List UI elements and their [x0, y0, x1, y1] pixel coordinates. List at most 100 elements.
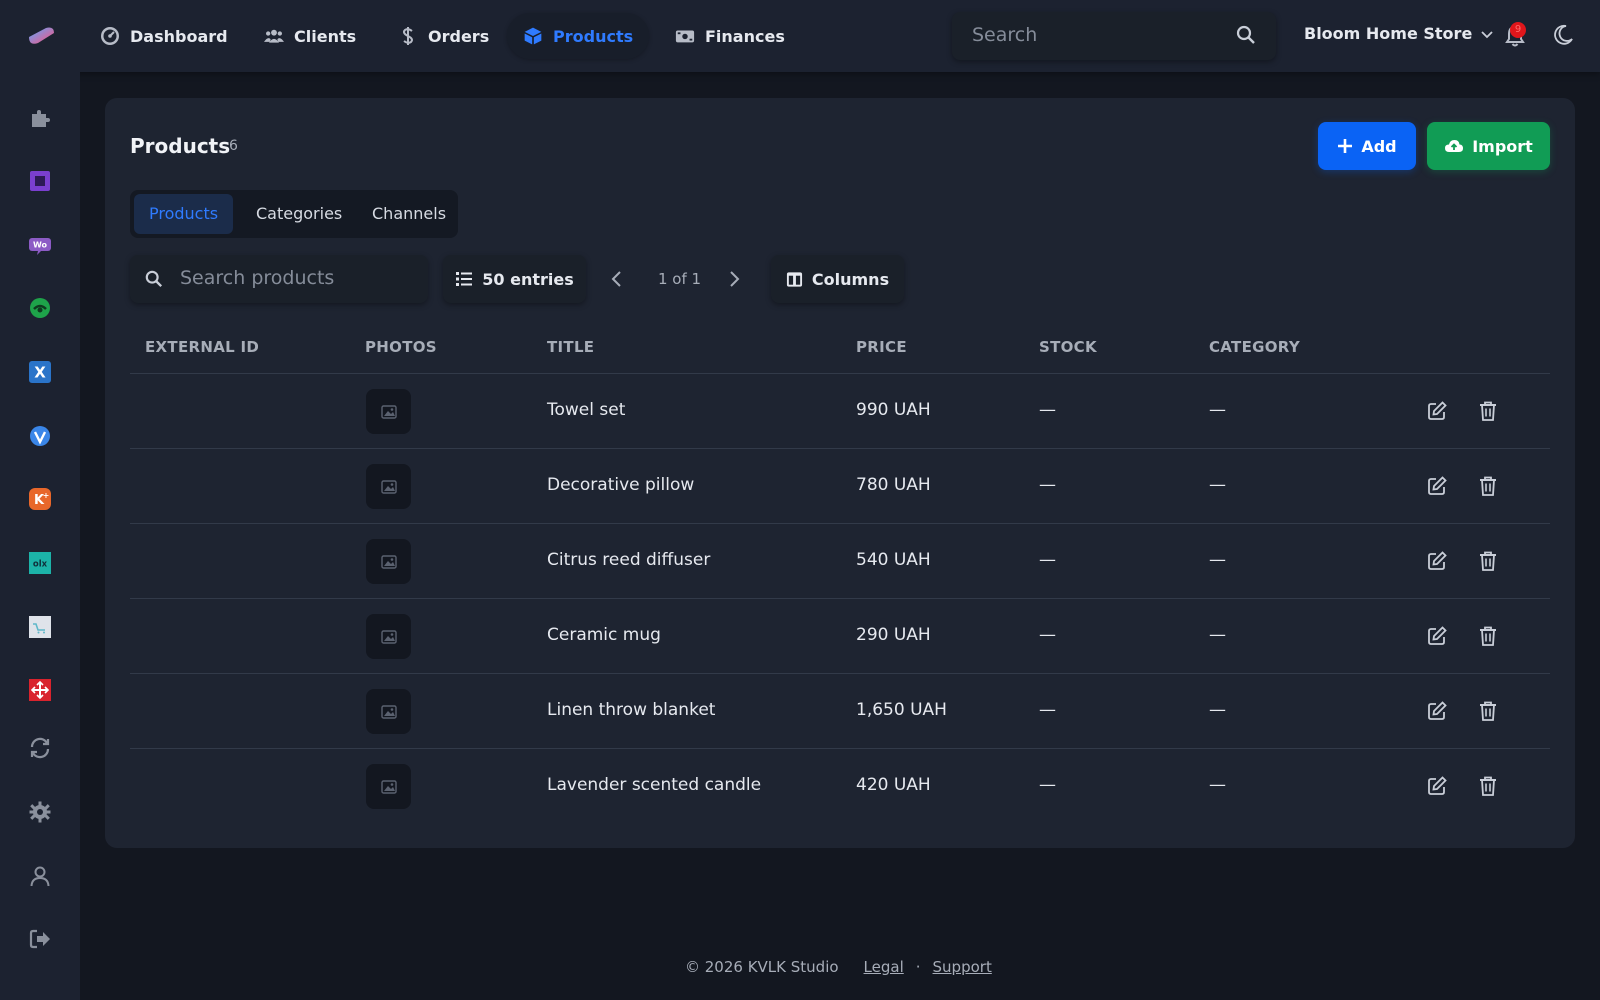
support-link[interactable]: Support: [933, 958, 992, 976]
header-title[interactable]: TITLE: [547, 338, 594, 356]
money-icon: [675, 30, 695, 43]
tab-channels[interactable]: Channels: [357, 194, 461, 234]
sidebar-item-channel-9[interactable]: [28, 678, 52, 702]
product-search-input[interactable]: [180, 267, 410, 289]
sidebar-item-settings[interactable]: [28, 800, 52, 824]
product-search[interactable]: [130, 255, 428, 303]
svg-text:Wo: Wo: [33, 241, 48, 250]
edit-icon: [1428, 701, 1447, 720]
cell-category: —: [1209, 550, 1226, 570]
edit-button[interactable]: [1426, 475, 1448, 497]
add-button-label: Add: [1361, 136, 1397, 156]
table-row[interactable]: Linen throw blanket 1,650 UAH — —: [130, 674, 1550, 749]
table-row[interactable]: Citrus reed diffuser 540 UAH — —: [130, 524, 1550, 599]
delete-button[interactable]: [1477, 400, 1499, 422]
add-product-button[interactable]: Add: [1318, 122, 1416, 170]
product-photo-placeholder[interactable]: [366, 764, 411, 809]
sidebar-item-olx[interactable]: olx: [28, 551, 52, 575]
dashboard-gauge-icon: [101, 27, 119, 45]
cell-price: 780 UAH: [856, 475, 931, 495]
chevron-left-icon[interactable]: [607, 269, 627, 289]
sidebar-item-channel-1[interactable]: [28, 169, 52, 193]
sidebar-item-woo[interactable]: Wo: [28, 233, 52, 257]
app-logo-icon[interactable]: [26, 25, 56, 47]
trash-icon: [1480, 551, 1496, 571]
sidebar: Wo X K + olx: [0, 72, 80, 1000]
delete-button[interactable]: [1477, 475, 1499, 497]
header-photos[interactable]: PHOTOS: [365, 338, 437, 356]
cloud-upload-icon: [1445, 140, 1464, 152]
entries-per-page-button[interactable]: 50 entries: [443, 255, 586, 303]
user-icon: [30, 866, 50, 887]
sidebar-item-integrations[interactable]: [28, 106, 52, 130]
x-logo-icon: X: [29, 361, 51, 383]
delete-button[interactable]: [1477, 625, 1499, 647]
import-button[interactable]: Import: [1427, 122, 1550, 170]
cell-title[interactable]: Lavender scented candle: [547, 775, 761, 795]
store-selector[interactable]: Bloom Home Store: [1304, 24, 1494, 43]
edit-button[interactable]: [1426, 775, 1448, 797]
sidebar-item-profile[interactable]: [28, 864, 52, 888]
cell-title[interactable]: Towel set: [547, 400, 625, 420]
nav-finances[interactable]: Finances: [659, 13, 801, 59]
tab-categories[interactable]: Categories: [241, 194, 357, 234]
sidebar-item-channel-5[interactable]: [28, 424, 52, 448]
cell-title[interactable]: Ceramic mug: [547, 625, 661, 645]
cell-stock: —: [1039, 475, 1056, 495]
image-icon: [380, 479, 397, 494]
delete-button[interactable]: [1477, 775, 1499, 797]
delete-button[interactable]: [1477, 700, 1499, 722]
header-category[interactable]: CATEGORY: [1209, 338, 1300, 356]
product-photo-placeholder[interactable]: [366, 464, 411, 509]
product-photo-placeholder[interactable]: [366, 539, 411, 584]
edit-button[interactable]: [1426, 625, 1448, 647]
shield-logo-icon: [30, 426, 50, 446]
sidebar-item-channel-6[interactable]: K +: [28, 487, 52, 511]
sidebar-item-channel-4[interactable]: X: [28, 360, 52, 384]
sidebar-item-channel-8[interactable]: [28, 615, 52, 639]
cell-category: —: [1209, 700, 1226, 720]
search-icon: [145, 270, 163, 288]
global-search-input[interactable]: [972, 24, 1222, 46]
search-icon[interactable]: [1236, 25, 1256, 45]
product-photo-placeholder[interactable]: [366, 389, 411, 434]
edit-button[interactable]: [1426, 700, 1448, 722]
sidebar-item-channel-3[interactable]: [28, 296, 52, 320]
cell-title[interactable]: Linen throw blanket: [547, 700, 715, 720]
legal-link[interactable]: Legal: [864, 958, 904, 976]
edit-button[interactable]: [1426, 400, 1448, 422]
moon-icon[interactable]: [1552, 24, 1574, 46]
list-icon: [456, 272, 473, 286]
nav-clients[interactable]: Clients: [248, 13, 372, 59]
cell-title[interactable]: Citrus reed diffuser: [547, 550, 710, 570]
olx-icon: olx: [29, 552, 51, 574]
table-row[interactable]: Lavender scented candle 420 UAH — —: [130, 749, 1550, 824]
delete-button[interactable]: [1477, 550, 1499, 572]
trash-icon: [1480, 626, 1496, 646]
table-row[interactable]: Decorative pillow 780 UAH — —: [130, 449, 1550, 524]
sidebar-item-logout[interactable]: [28, 927, 52, 951]
nav-finances-label: Finances: [705, 26, 785, 46]
logout-icon: [29, 929, 50, 949]
product-photo-placeholder[interactable]: [366, 689, 411, 734]
cell-stock: —: [1039, 775, 1056, 795]
header-price[interactable]: PRICE: [856, 338, 907, 356]
box-icon: [524, 27, 542, 45]
chevron-right-icon[interactable]: [724, 269, 744, 289]
global-search[interactable]: [952, 12, 1276, 60]
nav-orders[interactable]: Orders: [382, 13, 505, 59]
header-stock[interactable]: STOCK: [1039, 338, 1097, 356]
table-row[interactable]: Towel set 990 UAH — —: [130, 374, 1550, 449]
product-photo-placeholder[interactable]: [366, 614, 411, 659]
chevron-down-icon: [1481, 30, 1493, 38]
sidebar-item-sync[interactable]: [28, 736, 52, 760]
header-external-id[interactable]: EXTERNAL ID: [145, 338, 259, 356]
edit-button[interactable]: [1426, 550, 1448, 572]
columns-button[interactable]: Columns: [771, 255, 904, 303]
table-row[interactable]: Ceramic mug 290 UAH — —: [130, 599, 1550, 674]
nav-products[interactable]: Products: [507, 13, 650, 59]
cart-logo-icon: [29, 616, 51, 638]
tab-products[interactable]: Products: [134, 194, 234, 234]
nav-dashboard[interactable]: Dashboard: [84, 13, 244, 59]
cell-title[interactable]: Decorative pillow: [547, 475, 694, 495]
